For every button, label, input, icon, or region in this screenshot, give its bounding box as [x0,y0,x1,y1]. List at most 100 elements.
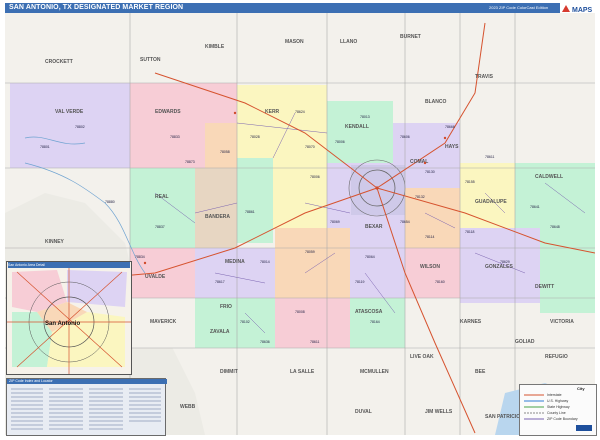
zip-label: 78028 [250,135,260,139]
zip-tile-3 [273,158,327,228]
zip-index-panel: ZIP Code Index and Locator [6,378,167,436]
zip-label: 78636 [260,340,270,344]
zip-label: 78013 [360,115,370,119]
county-label: MEDINA [225,259,245,265]
county-label: GONZALES [485,264,513,270]
legend-item: U.S. Highway [547,399,568,403]
county-label: DUVAL [355,409,372,415]
zip-label: 78880 [105,200,115,204]
county-label: GUADALUPE [475,199,507,205]
county-label: ATASCOSA [355,309,383,315]
inset-map[interactable]: San Antonio Area Detail San Antonio [6,261,132,375]
zip-label: 78802 [75,125,85,129]
legend-item: County Line [547,411,566,415]
index-title: ZIP Code Index and Locator [7,379,167,384]
county-label: REFUGIO [545,354,568,360]
zip-label: 78064 [365,255,375,259]
county-label: LLANO [340,39,357,45]
county-label: VAL VERDE [55,109,84,115]
county-label: REAL [155,194,169,200]
zip-label: 78160 [435,280,445,284]
zip-label: 78641 [530,205,540,209]
zip-label: 78070 [305,145,315,149]
zip-label: 78624 [295,110,305,114]
map-title: SAN ANTONIO, TX DESIGNATED MARKET REGION [9,4,184,11]
zip-label: 78132 [415,195,425,199]
zip-label: 78008 [295,310,305,314]
county-label: DIMMIT [220,369,238,375]
county-label: MASON [285,39,304,45]
county-label: FRIO [220,304,232,310]
county-label: EDWARDS [155,109,181,115]
zip-label: 78118 [465,230,475,234]
county-label: UVALDE [145,274,166,280]
zip-label: 78014 [260,260,270,264]
zip-label: 78606 [400,135,410,139]
county-label: SAN PATRICIO [485,414,520,420]
legend-swatches: Interstate U.S. Highway State Highway Co… [524,393,592,431]
zip-label: 78006 [310,175,320,179]
zip-label: 78164 [370,320,380,324]
county-wilson [405,248,460,298]
county-val-verde [10,83,130,168]
san-antonio-marker [375,186,379,190]
county-label: MAVERICK [150,319,177,325]
map-frame: SAN ANTONIO, TX DESIGNATED MARKET REGION… [0,0,600,439]
zip-label: 78006 [335,140,345,144]
county-label: DEWITT [535,284,554,290]
zip-label: 78666 [445,125,455,129]
zip-label: 78155 [465,180,475,184]
zip-label: 78873 [185,160,195,164]
zip-label: 78114 [425,235,435,239]
zip-label: 78801 [40,145,50,149]
city-marker [233,111,237,115]
county-guadalupe-w [405,188,460,248]
zip-label: 78058 [220,150,230,154]
county-label: BEXAR [365,224,383,230]
county-label: SUTTON [140,57,161,63]
zip-label: 78102 [240,320,250,324]
county-label: JIM WELLS [425,409,453,415]
county-label: GOLIAD [515,339,535,345]
zip-label: 78611 [310,340,320,344]
zip-label: 78861 [245,210,255,214]
county-label: KERR [265,109,280,115]
city-marker [423,161,427,165]
county-label: ZAVALA [210,329,230,335]
title-bar: SAN ANTONIO, TX DESIGNATED MARKET REGION… [5,3,598,15]
zip-label: 78837 [155,225,165,229]
county-label: VICTORIA [550,319,574,325]
county-label: BEE [475,369,486,375]
county-medina-e [275,228,350,298]
zip-tile-2 [237,158,273,243]
zip-label: 78629 [500,260,510,264]
city-marker [143,261,147,265]
county-label: LIVE OAK [410,354,434,360]
zip-label: 78069 [330,220,340,224]
legend-item: Interstate [547,393,562,397]
county-label: WEBB [180,404,196,410]
county-label: CROCKETT [45,59,73,65]
inset-title: San Antonio Area Detail [8,262,130,268]
county-label: BANDERA [205,214,230,220]
county-label: KARNES [460,319,482,325]
index-table-lines [11,388,161,430]
county-label: BURNET [400,34,421,40]
legend-item: State Highway [547,405,570,409]
zip-label: 78119 [355,280,365,284]
county-kendall [327,101,393,163]
city-marker [443,136,447,140]
county-label: KIMBLE [205,44,225,50]
county-label: WILSON [420,264,440,270]
zip-label: 78059 [305,250,315,254]
zip-label: 78834 [135,255,145,259]
zip-label: 78617 [215,280,225,284]
county-label: BLANCO [425,99,446,105]
zip-label: 78648 [550,225,560,229]
county-label: HAYS [445,144,459,150]
inset-city-label: San Antonio [45,321,81,327]
county-label: LA SALLE [290,369,315,375]
county-label: KENDALL [345,124,369,130]
county-label: CALDWELL [535,174,563,180]
zip-label: 78611 [485,155,495,159]
